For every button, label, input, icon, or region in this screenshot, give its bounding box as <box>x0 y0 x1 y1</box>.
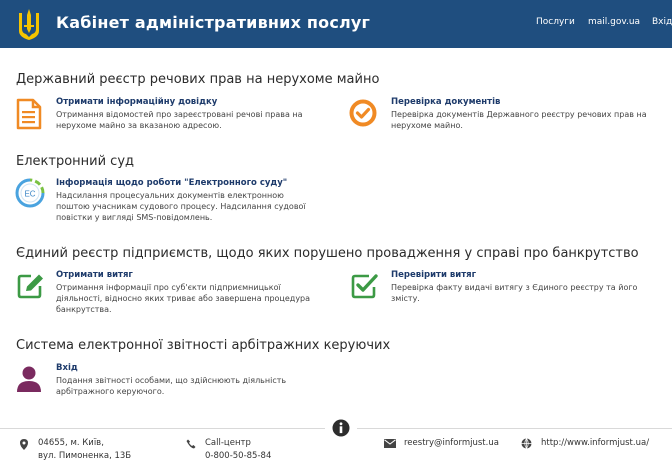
globe-icon <box>521 438 532 449</box>
card-desc-get-info: Отримання відомостей про зареєстровані р… <box>56 110 303 130</box>
info-button[interactable] <box>325 412 357 444</box>
footer-phone-number[interactable]: 0-800-50-85-84 <box>205 450 271 463</box>
section-title-arbitration-reporting: Система електронної звітності арбітражни… <box>16 338 391 353</box>
document-icon[interactable] <box>16 98 42 130</box>
phone-icon <box>186 439 196 449</box>
card-desc-check-documents: Перевірка документів Державного реєстру … <box>391 110 647 130</box>
footer-address: 04655, м. Київ, вул. Пимоненка, 13Б <box>38 437 131 463</box>
card-title-get-info[interactable]: Отримати інформаційну довідку <box>56 97 217 107</box>
checkbox-icon[interactable] <box>349 271 379 301</box>
user-icon[interactable] <box>15 364 43 394</box>
card-title-verify-extract[interactable]: Перевірити витяг <box>391 270 476 280</box>
site-title[interactable]: Кабінет адміністративних послуг <box>56 13 370 32</box>
card-title-check-documents[interactable]: Перевірка документів <box>391 97 500 107</box>
footer-address-line1: 04655, м. Київ, <box>38 438 104 448</box>
ec-logo-icon[interactable]: EC <box>15 178 45 208</box>
envelope-icon <box>384 439 396 448</box>
footer-address-line2: вул. Пимоненка, 13Б <box>38 451 132 461</box>
map-marker-icon <box>20 439 28 450</box>
card-desc-e-court-info: Надсилання процесуальних документів елек… <box>56 191 306 222</box>
nav-mail-link[interactable]: mail.gov.ua <box>588 17 640 27</box>
card-title-e-court-info[interactable]: Інформація щодо роботи "Електронного суд… <box>56 178 287 188</box>
footer-phone: Call-центр 0-800-50-85-84 <box>205 437 271 463</box>
footer-email-link[interactable]: reestry@informjust.ua <box>404 437 499 450</box>
ec-logo-text: EC <box>24 190 35 199</box>
edit-icon[interactable] <box>15 271 45 301</box>
footer-phone-label: Call-центр <box>205 438 251 448</box>
section-title-property-registry: Державний реєстр речових прав на нерухом… <box>16 72 380 87</box>
card-title-login[interactable]: Вхід <box>56 363 78 373</box>
section-title-bankruptcy-registry: Єдиний реєстр підприємств, щодо яких пор… <box>16 246 639 261</box>
nav-services-link[interactable]: Послуги <box>536 17 575 27</box>
card-desc-login: Подання звітності особами, що здійснюють… <box>56 376 287 396</box>
info-icon <box>332 419 350 437</box>
site-header: Кабінет адміністративних послуг Послуги … <box>0 0 672 48</box>
check-circle-icon[interactable] <box>349 99 377 127</box>
nav-login-link[interactable]: Вхід <box>652 17 672 27</box>
card-desc-get-extract: Отримання інформації про суб'єкти підпри… <box>56 283 311 314</box>
footer-website-link[interactable]: http://www.informjust.ua/ <box>541 437 649 450</box>
card-title-get-extract[interactable]: Отримати витяг <box>56 270 133 280</box>
trident-logo-icon[interactable] <box>16 7 42 41</box>
card-desc-verify-extract: Перевірка факту видачі витягу з Єдиного … <box>391 283 638 303</box>
section-title-electronic-court: Електронний суд <box>16 154 135 169</box>
